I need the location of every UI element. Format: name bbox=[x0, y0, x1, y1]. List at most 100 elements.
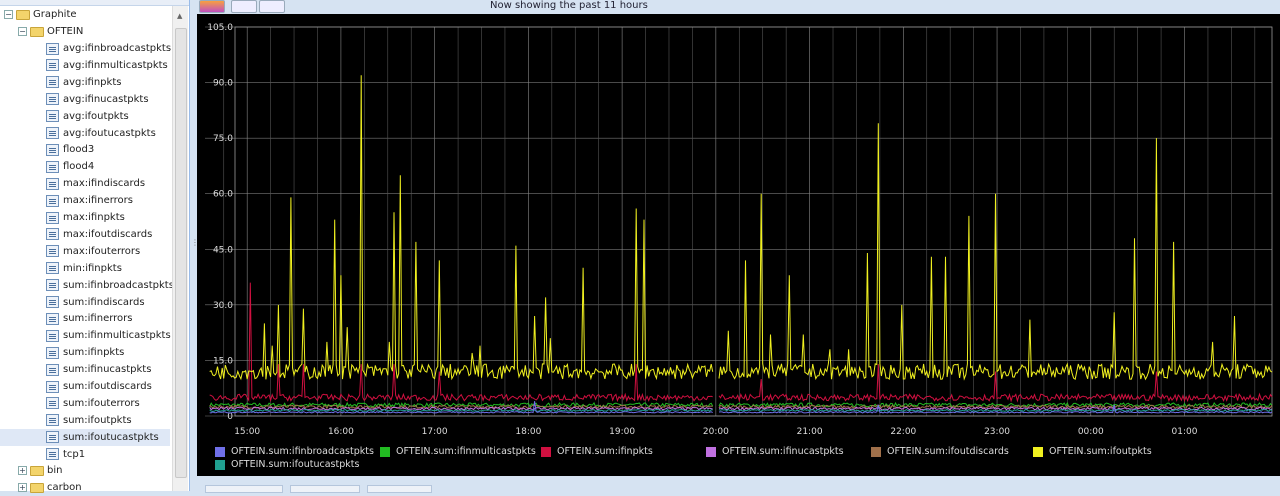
tree-scrollbar[interactable]: ▲ bbox=[172, 6, 188, 491]
metric-icon bbox=[46, 296, 59, 308]
folder-icon bbox=[30, 26, 44, 37]
metric-icon bbox=[46, 279, 59, 292]
tree-leaf[interactable]: avg:ifoutpkts bbox=[0, 108, 129, 125]
y-tick-label: 105.0 bbox=[207, 23, 233, 33]
collapse-icon[interactable]: − bbox=[18, 27, 27, 36]
y-tick-label: 60.0 bbox=[213, 190, 233, 200]
tree-leaf[interactable]: min:ifinpkts bbox=[0, 260, 122, 277]
expand-icon[interactable]: + bbox=[18, 466, 27, 475]
metric-icon bbox=[46, 414, 59, 427]
tree-leaf[interactable]: max:ifouterrors bbox=[0, 243, 140, 260]
y-tick-label: 15.0 bbox=[213, 356, 233, 366]
tree-label: sum:ifinerrors bbox=[63, 313, 133, 325]
scroll-up-icon[interactable]: ▲ bbox=[177, 12, 182, 20]
metric-icon bbox=[46, 397, 59, 410]
collapse-icon[interactable]: − bbox=[4, 10, 13, 19]
metric-icon bbox=[46, 245, 59, 258]
tree-label: sum:ifouterrors bbox=[63, 397, 140, 409]
tree-label: sum:ifoutpkts bbox=[63, 414, 132, 426]
tree-leaf[interactable]: sum:ifinbroadcastpkts bbox=[0, 277, 174, 294]
tree-node-ofte[interactable]: − OFTEIN bbox=[18, 23, 83, 40]
x-tick-label: 18:00 bbox=[515, 427, 541, 437]
tree-label: sum:ifoutdiscards bbox=[63, 381, 152, 392]
legend-item: OFTEIN.sum:ifinmulticastpkts bbox=[380, 446, 536, 457]
tree-label: Graphite bbox=[33, 9, 77, 20]
legend-label: OFTEIN.sum:ifoutpkts bbox=[1049, 446, 1152, 457]
x-tick-label: 16:00 bbox=[328, 427, 354, 437]
tree-label: tcp1 bbox=[63, 448, 86, 460]
tree-label: max:ifindiscards bbox=[63, 178, 146, 190]
legend-swatch bbox=[541, 446, 551, 457]
tree-leaf[interactable]: sum:ifoutucastpkts bbox=[0, 428, 170, 446]
line-graph-button[interactable] bbox=[259, 0, 285, 13]
tree-leaf[interactable]: sum:ifinmulticastpkts bbox=[0, 327, 171, 344]
tree-leaf[interactable]: max:ifinerrors bbox=[0, 192, 133, 209]
x-tick-label: 23:00 bbox=[984, 427, 1010, 437]
tree-leaf[interactable]: flood4 bbox=[0, 158, 94, 175]
tree-node-graphite[interactable]: − Graphite bbox=[4, 6, 77, 23]
legend-swatch bbox=[380, 446, 390, 457]
legend-item: OFTEIN.sum:ifoutdiscards bbox=[871, 446, 1009, 457]
legend-label: OFTEIN.sum:ifoutucastpkts bbox=[231, 459, 360, 470]
tree-leaf[interactable]: sum:ifinucastpkts bbox=[0, 361, 151, 378]
legend-swatch bbox=[1033, 446, 1043, 457]
metric-icon bbox=[46, 143, 59, 156]
x-tick-label: 20:00 bbox=[703, 427, 729, 437]
metric-icon bbox=[46, 93, 59, 106]
tree-leaf[interactable]: avg:ifinbroadcastpkts bbox=[0, 40, 171, 57]
tree-leaf[interactable]: sum:ifoutdiscards bbox=[0, 378, 152, 395]
tree-node-carbon[interactable]: + carbon bbox=[18, 479, 82, 496]
tree-label: max:ifouterrors bbox=[63, 245, 141, 257]
tree-label: carbon bbox=[47, 482, 82, 493]
tree-leaf[interactable]: sum:ifoutpkts bbox=[0, 412, 132, 429]
tree-leaf[interactable]: avg:ifinmulticastpkts bbox=[0, 57, 168, 74]
tree-label: bin bbox=[47, 465, 63, 476]
y-tick-label: 90.0 bbox=[213, 79, 233, 89]
metric-icon bbox=[46, 262, 59, 275]
legend-item: OFTEIN.sum:ifoutpkts bbox=[1033, 446, 1152, 457]
metric-icon bbox=[46, 127, 59, 139]
tree-node-bin[interactable]: + bin bbox=[18, 462, 62, 479]
tree-label: flood4 bbox=[63, 161, 95, 173]
tree-label: min:ifinpkts bbox=[63, 262, 122, 274]
tree-label: flood3 bbox=[63, 144, 95, 156]
folder-icon bbox=[16, 9, 30, 20]
dashboard-button[interactable] bbox=[231, 0, 257, 13]
bottom-button-2[interactable] bbox=[290, 485, 360, 493]
metric-icon bbox=[46, 228, 59, 241]
legend-item: OFTEIN.sum:ifinpkts bbox=[541, 446, 653, 457]
tree-leaf[interactable]: sum:ifinpkts bbox=[0, 344, 124, 361]
tree-leaf[interactable]: sum:ifinerrors bbox=[0, 310, 133, 327]
tree-leaf[interactable]: sum:ifouterrors bbox=[0, 395, 140, 412]
tree-leaf[interactable]: flood3 bbox=[0, 141, 94, 158]
bottom-button-1[interactable] bbox=[205, 485, 283, 493]
tree-leaf[interactable]: max:ifoutdiscards bbox=[0, 226, 152, 243]
tree-leaf[interactable]: max:ifindiscards bbox=[0, 175, 145, 192]
tree-label: avg:ifoutpkts bbox=[63, 110, 129, 122]
tree-label: avg:ifinucastpkts bbox=[63, 93, 149, 105]
panel-splitter[interactable]: ⋮ bbox=[190, 0, 199, 491]
series-line bbox=[209, 282, 1273, 403]
metric-icon bbox=[46, 110, 59, 123]
metric-icon bbox=[46, 346, 59, 359]
tree-leaf[interactable]: tcp1 bbox=[0, 446, 85, 463]
tree-label: max:ifinerrors bbox=[63, 195, 133, 207]
tree-label: sum:ifindiscards bbox=[63, 296, 145, 308]
tree-leaf[interactable]: avg:ifinpkts bbox=[0, 74, 121, 91]
metric-icon bbox=[46, 363, 59, 376]
tree-leaf[interactable]: sum:ifindiscards bbox=[0, 294, 145, 311]
x-tick-label: 17:00 bbox=[422, 427, 448, 437]
graph-options-button[interactable] bbox=[199, 0, 225, 13]
tree-label: sum:ifinucastpkts bbox=[63, 364, 152, 376]
tree-label: avg:ifinmulticastpkts bbox=[63, 59, 168, 71]
tree-leaf[interactable]: avg:ifoutucastpkts bbox=[0, 125, 156, 142]
folder-icon bbox=[30, 482, 44, 493]
tree-leaf[interactable]: avg:ifinucastpkts bbox=[0, 91, 149, 108]
tree-panel: − Graphite − OFTEIN avg:ifinbroadcastpkts avg… bbox=[0, 0, 190, 493]
scroll-thumb[interactable] bbox=[175, 28, 187, 478]
tree-leaf[interactable]: max:ifinpkts bbox=[0, 209, 125, 226]
bottom-button-3[interactable] bbox=[367, 485, 432, 493]
series-line bbox=[209, 75, 1273, 381]
legend-swatch bbox=[871, 446, 881, 457]
tree-label: avg:ifoutucastpkts bbox=[63, 127, 156, 139]
